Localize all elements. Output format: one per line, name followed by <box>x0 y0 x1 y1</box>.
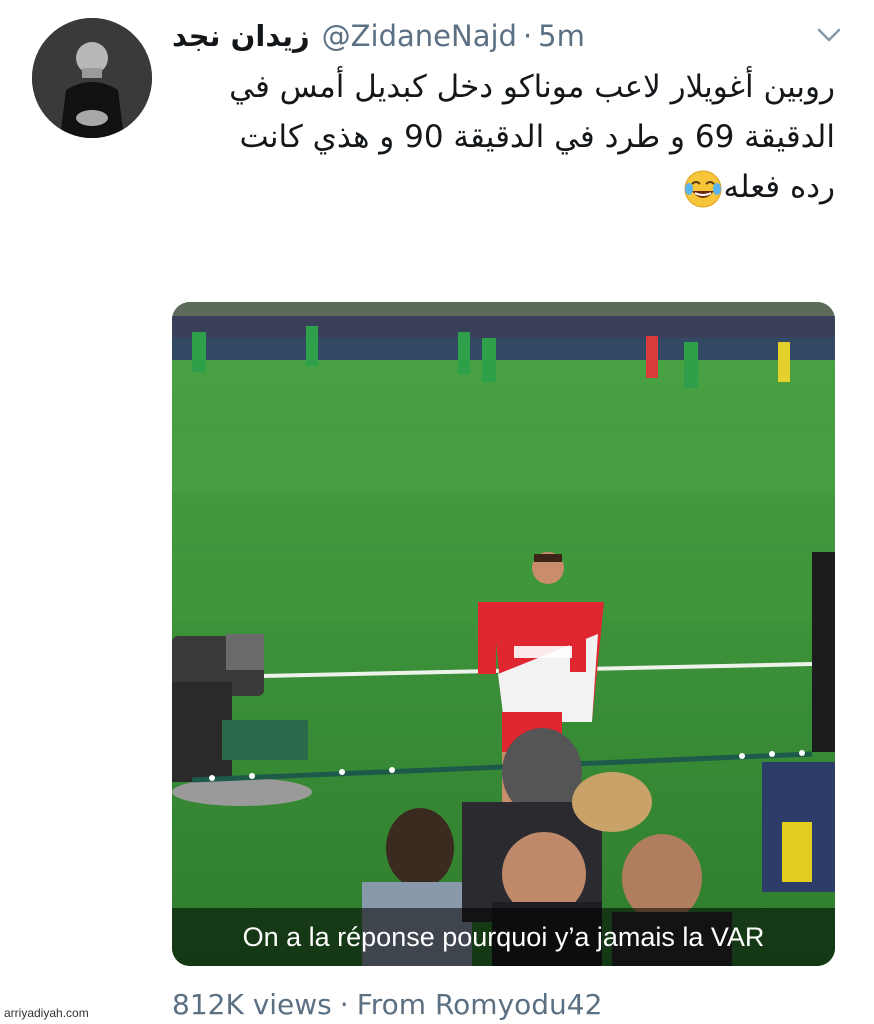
tweet-text: روبين أغويلار لاعب موناكو دخل كبديل أمس … <box>180 62 835 212</box>
face-with-tears-of-joy-icon <box>683 169 723 209</box>
video-subtitle: On a la réponse pourquoi y’a jamais la V… <box>172 908 835 966</box>
video-source[interactable]: From Romyodu42 <box>357 988 603 1021</box>
user-handle[interactable]: @ZidaneNajd <box>322 19 517 53</box>
tweet-line-last: رده فعله <box>180 162 835 212</box>
watermark: arriyadiyah.com <box>4 1006 89 1020</box>
chevron-down-icon[interactable] <box>814 20 844 50</box>
tweet-header: زيدان نجد @ZidaneNajd · 5m <box>172 14 812 58</box>
meta-separator: · <box>339 987 349 1021</box>
display-name[interactable]: زيدان نجد <box>172 19 310 53</box>
tweet-line: روبين أغويلار لاعب موناكو دخل كبديل أمس … <box>229 69 835 105</box>
tweet-video[interactable]: On a la réponse pourquoi y’a jamais la V… <box>172 302 835 966</box>
video-meta: 812K views · From Romyodu42 <box>172 984 602 1024</box>
tweet-line: الدقيقة 69 و طرد في الدقيقة 90 و هذي كان… <box>239 119 835 155</box>
video-frame <box>172 302 835 966</box>
header-separator: · <box>522 19 533 53</box>
view-count: 812K views <box>172 987 332 1021</box>
avatar-photo <box>32 18 152 138</box>
timestamp[interactable]: 5m <box>538 19 585 53</box>
avatar[interactable] <box>32 18 152 138</box>
tweet-line: رده فعله <box>723 169 835 205</box>
